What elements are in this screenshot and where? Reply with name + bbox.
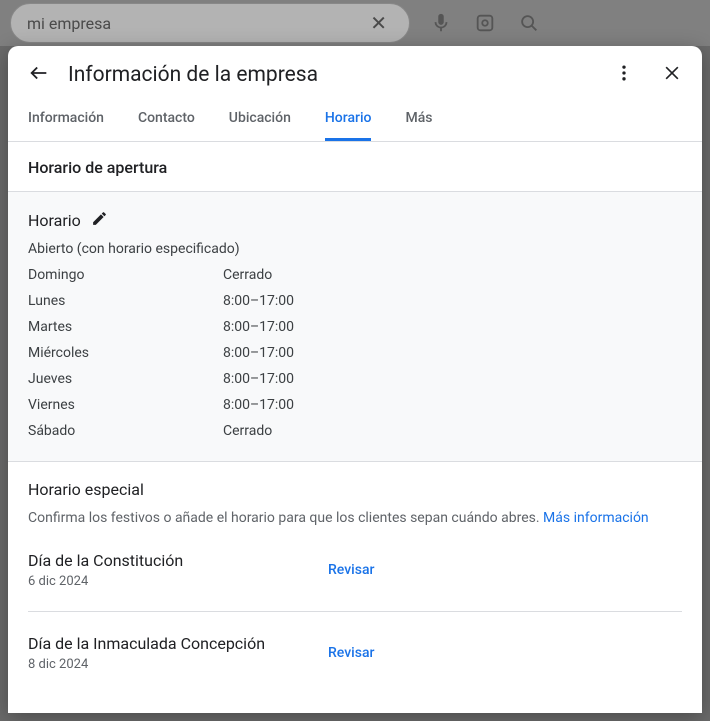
day-label: Sábado (28, 423, 223, 439)
holiday-row: Día de la Inmaculada Concepción 8 dic 20… (28, 612, 682, 694)
day-label: Lunes (28, 293, 223, 309)
day-hours: 8:00–17:00 (223, 293, 682, 309)
tab-ubicacion[interactable]: Ubicación (229, 98, 291, 141)
holiday-row: Día de la Constitución 6 dic 2024 Revisa… (28, 529, 682, 612)
day-hours: 8:00–17:00 (223, 371, 682, 387)
holiday-review-button[interactable]: Revisar (328, 562, 374, 578)
tabs-bar: Información Contacto Ubicación Horario M… (8, 98, 702, 142)
business-info-modal: Información de la empresa Información Co… (8, 46, 702, 713)
hours-block: Horario Abierto (con horario especificad… (8, 192, 702, 462)
search-icon[interactable] (518, 12, 540, 34)
day-hours: 8:00–17:00 (223, 397, 682, 413)
tab-contacto[interactable]: Contacto (138, 98, 195, 141)
day-label: Domingo (28, 267, 223, 283)
hours-status: Abierto (con horario especificado) (28, 241, 682, 257)
holiday-info: Día de la Constitución 6 dic 2024 (28, 551, 328, 589)
header-actions (614, 63, 682, 87)
holiday-info: Día de la Inmaculada Concepción 8 dic 20… (28, 634, 328, 672)
clear-icon[interactable]: ✕ (364, 11, 393, 35)
modal-header: Información de la empresa (8, 46, 702, 98)
search-input-container[interactable]: mi empresa ✕ (10, 3, 410, 43)
hours-table: Domingo Cerrado Lunes 8:00–17:00 Martes … (28, 267, 682, 439)
more-info-link[interactable]: Más información (543, 510, 649, 526)
day-hours: 8:00–17:00 (223, 345, 682, 361)
day-label: Viernes (28, 397, 223, 413)
back-arrow-icon[interactable] (28, 62, 50, 88)
close-icon[interactable] (662, 63, 682, 87)
section-title-opening-hours: Horario de apertura (8, 142, 702, 192)
holiday-date: 6 dic 2024 (28, 574, 328, 589)
search-bar-background: mi empresa ✕ (0, 0, 710, 46)
hours-heading-row: Horario (28, 210, 682, 231)
tab-horario[interactable]: Horario (325, 98, 372, 141)
tab-mas[interactable]: Más (405, 98, 432, 141)
holiday-name: Día de la Constitución (28, 551, 328, 570)
hours-heading: Horario (28, 211, 81, 230)
modal-title: Información de la empresa (68, 63, 596, 87)
day-hours: 8:00–17:00 (223, 319, 682, 335)
holiday-date: 8 dic 2024 (28, 657, 328, 672)
day-label: Miércoles (28, 345, 223, 361)
more-menu-icon[interactable] (614, 63, 634, 87)
day-label: Martes (28, 319, 223, 335)
microphone-icon[interactable] (430, 12, 452, 34)
search-input[interactable]: mi empresa (27, 14, 364, 33)
day-hours: Cerrado (223, 423, 682, 439)
tab-informacion[interactable]: Información (28, 98, 104, 141)
day-label: Jueves (28, 371, 223, 387)
day-hours: Cerrado (223, 267, 682, 283)
special-hours-description: Confirma los festivos o añade el horario… (28, 509, 682, 529)
special-hours-block: Horario especial Confirma los festivos o… (8, 462, 702, 694)
special-hours-heading: Horario especial (28, 480, 682, 499)
holiday-name: Día de la Inmaculada Concepción (28, 634, 328, 653)
holiday-review-button[interactable]: Revisar (328, 645, 374, 661)
search-tools (430, 12, 540, 34)
lens-icon[interactable] (474, 12, 496, 34)
edit-hours-icon[interactable] (91, 210, 108, 231)
